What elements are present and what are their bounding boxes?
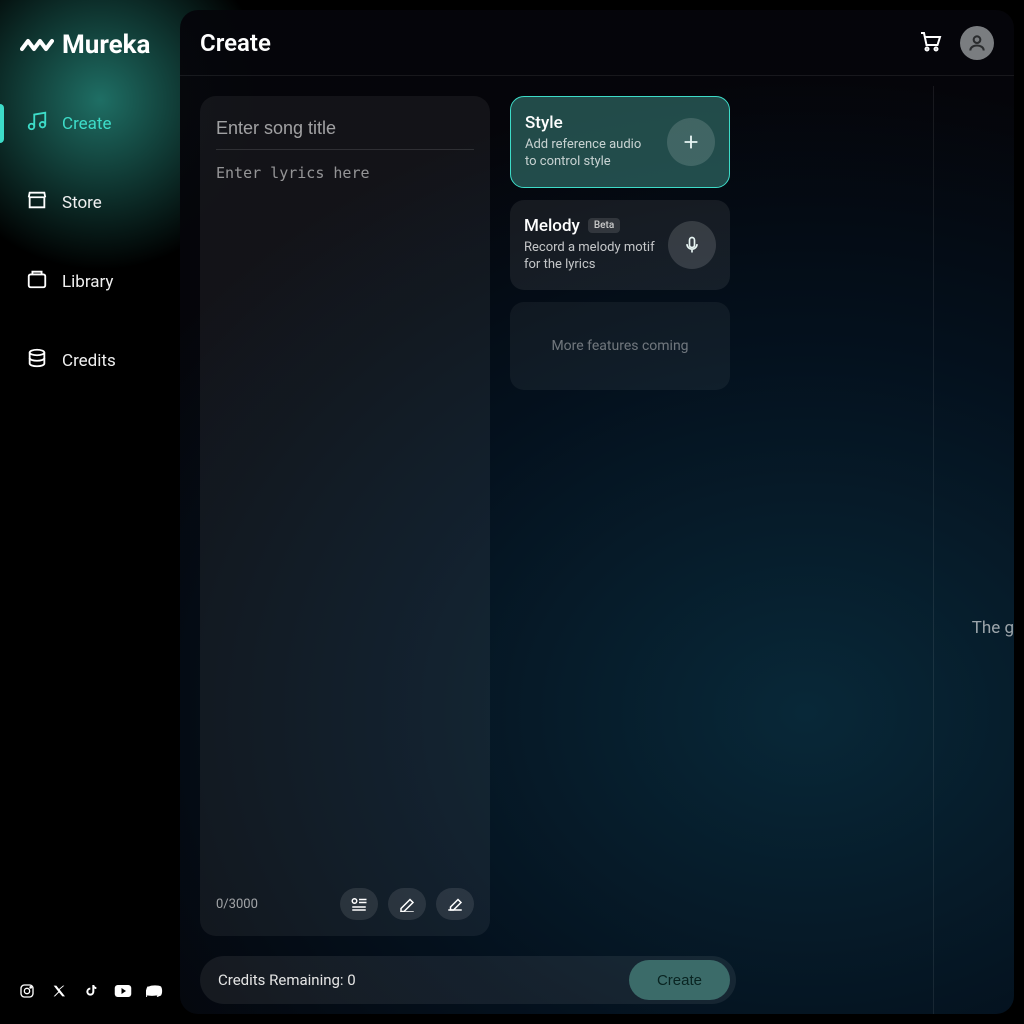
discord-icon[interactable] — [146, 982, 164, 1000]
sidebar-item-create[interactable]: Create — [0, 96, 180, 151]
sidebar-item-label: Store — [62, 193, 102, 213]
style-card-desc: Add reference audio to control style — [525, 137, 655, 171]
store-icon — [26, 189, 48, 216]
tool-edit-button[interactable] — [388, 888, 426, 920]
melody-card-title: Melody — [524, 216, 580, 236]
topbar: Create — [180, 10, 1014, 76]
style-card-title: Style — [525, 113, 655, 133]
music-note-icon — [26, 110, 48, 137]
cart-icon[interactable] — [918, 29, 942, 57]
credits-remaining: Credits Remaining: 0 — [218, 971, 356, 989]
sidebar-item-label: Credits — [62, 351, 116, 371]
avatar[interactable] — [960, 26, 994, 60]
sidebar: Mureka Create Store Library — [0, 0, 180, 1024]
page-title: Create — [200, 29, 271, 57]
brand-logo[interactable]: Mureka — [0, 20, 180, 96]
tool-format-button[interactable] — [340, 888, 378, 920]
social-links — [18, 982, 164, 1000]
x-twitter-icon[interactable] — [50, 982, 68, 1000]
style-card[interactable]: Style Add reference audio to control sty… — [510, 96, 730, 188]
melody-card-desc: Record a melody motif for the lyrics — [524, 240, 656, 274]
instagram-icon[interactable] — [18, 982, 36, 1000]
main-panel: Create 0/3000 — [180, 10, 1014, 1014]
melody-card[interactable]: Melody Beta Record a melody motif for th… — [510, 200, 730, 290]
record-melody-button[interactable] — [668, 221, 716, 269]
sidebar-item-credits[interactable]: Credits — [0, 333, 180, 388]
logo-icon — [20, 35, 54, 55]
song-title-input[interactable] — [216, 112, 474, 150]
sidebar-item-label: Create — [62, 114, 112, 134]
add-style-button[interactable] — [667, 118, 715, 166]
sidebar-item-label: Library — [62, 272, 113, 292]
side-hint-text: The g — [972, 618, 1014, 638]
sidebar-item-library[interactable]: Library — [0, 254, 180, 309]
vertical-divider — [933, 86, 934, 1014]
lyrics-input[interactable] — [216, 164, 474, 880]
beta-badge: Beta — [588, 218, 620, 233]
credits-icon — [26, 347, 48, 374]
library-icon — [26, 268, 48, 295]
credit-bar: Credits Remaining: 0 Create — [200, 956, 736, 1004]
create-button[interactable]: Create — [629, 960, 730, 1000]
coming-soon-card: More features coming — [510, 302, 730, 390]
lyrics-editor: 0/3000 — [200, 96, 490, 936]
coming-text: More features coming — [551, 338, 688, 354]
tiktok-icon[interactable] — [82, 982, 100, 1000]
sidebar-item-store[interactable]: Store — [0, 175, 180, 230]
tool-clear-button[interactable] — [436, 888, 474, 920]
char-count: 0/3000 — [216, 897, 258, 912]
brand-name: Mureka — [62, 30, 150, 60]
youtube-icon[interactable] — [114, 982, 132, 1000]
